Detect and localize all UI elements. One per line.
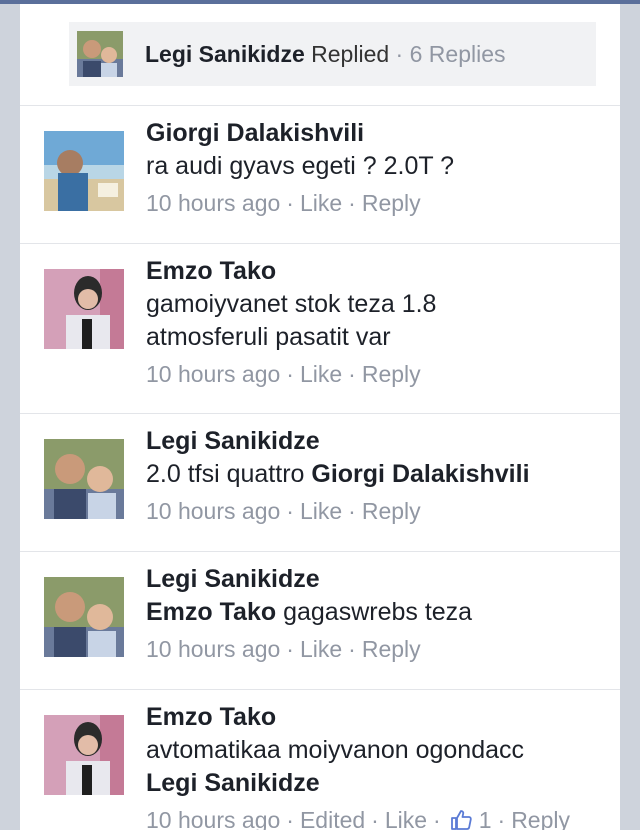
comment-text-mention: Legi Sanikidze <box>146 767 606 800</box>
meta-separator: · <box>286 498 294 524</box>
comment-meta: 10 hours ago · Like · Reply <box>146 494 606 528</box>
divider <box>20 413 620 414</box>
divider <box>20 551 620 552</box>
comment-meta: 10 hours ago · Edited · Like · 1 · Reply <box>146 803 606 830</box>
avatar-emzo-tako[interactable] <box>44 715 124 795</box>
reply-button[interactable]: Reply <box>362 494 421 528</box>
comment-text: Emzo Tako gagaswrebs teza <box>146 596 606 629</box>
comment-text-body: 2.0 tfsi quattro <box>146 460 305 488</box>
meta-separator: · <box>348 498 356 524</box>
comment-author[interactable]: Emzo Tako <box>146 255 606 288</box>
reply-button[interactable]: Reply <box>362 357 421 391</box>
comment-timestamp[interactable]: 10 hours ago <box>146 186 280 220</box>
avatar-legi-sanikidze[interactable] <box>44 439 124 519</box>
replies-summary-action: Replied <box>311 40 390 67</box>
comment-text: 2.0 tfsi quattro Giorgi Dalakishvili <box>146 458 606 491</box>
comment-text-body: gagaswrebs teza <box>283 598 473 626</box>
meta-separator: · <box>286 807 294 830</box>
like-button[interactable]: Like <box>300 632 342 666</box>
meta-separator: · <box>497 807 506 830</box>
comment-text: ra audi gyavs egeti ? 2.0T ? <box>146 152 455 180</box>
replies-count[interactable]: 6 Replies <box>410 41 506 67</box>
avatar-legi-sanikidze[interactable] <box>77 31 123 77</box>
divider <box>20 243 620 244</box>
comment-timestamp[interactable]: 10 hours ago <box>146 632 280 666</box>
avatar-legi-sanikidze[interactable] <box>44 577 124 657</box>
divider <box>20 105 620 106</box>
comment-text-line: gamoiyvanet stok teza 1.8 <box>146 290 437 318</box>
like-count[interactable]: 1 <box>479 803 492 830</box>
divider <box>20 689 620 690</box>
meta-separator: · <box>348 190 356 216</box>
thumbs-up-icon <box>449 808 473 830</box>
like-button[interactable]: Like <box>300 494 342 528</box>
reply-button[interactable]: Reply <box>362 632 421 666</box>
comment-text-body: avtomatikaa moiyvanon ogondacc <box>146 736 525 764</box>
comment-author[interactable]: Giorgi Dalakishvili <box>146 117 606 150</box>
mention-link[interactable]: Legi Sanikidze <box>146 769 320 797</box>
meta-separator: · <box>286 361 294 387</box>
replies-separator: · <box>395 40 404 67</box>
meta-separator: · <box>433 807 441 830</box>
like-button[interactable]: Like <box>385 803 427 830</box>
comment-author[interactable]: Emzo Tako <box>146 701 606 734</box>
meta-separator: · <box>348 361 356 387</box>
reply-button[interactable]: Reply <box>511 803 570 830</box>
reply-button[interactable]: Reply <box>362 186 421 220</box>
meta-separator: · <box>371 807 379 830</box>
mention-link[interactable]: Giorgi Dalakishvili <box>311 460 529 488</box>
avatar-giorgi-dalakishvili[interactable] <box>44 131 124 211</box>
comment-author[interactable]: Legi Sanikidze <box>146 425 606 458</box>
comment-meta: 10 hours ago · Like · Reply <box>146 632 606 666</box>
meta-separator: · <box>286 190 294 216</box>
comment-meta: 10 hours ago · Like · Reply <box>146 186 606 220</box>
comment-text-line: atmosferuli pasatit var <box>146 323 391 351</box>
avatar-emzo-tako[interactable] <box>44 269 124 349</box>
meta-separator: · <box>348 636 356 662</box>
like-button[interactable]: Like <box>300 186 342 220</box>
replies-summary-row[interactable]: Legi Sanikidze Replied · 6 Replies <box>69 22 596 86</box>
like-button[interactable]: Like <box>300 357 342 391</box>
mention-link[interactable]: Emzo Tako <box>146 598 276 626</box>
edited-label[interactable]: Edited <box>300 803 365 830</box>
replies-summary-text: Legi Sanikidze Replied · 6 Replies <box>145 41 506 68</box>
replies-summary-name[interactable]: Legi Sanikidze <box>145 41 305 67</box>
comment-timestamp[interactable]: 10 hours ago <box>146 494 280 528</box>
comment-timestamp[interactable]: 10 hours ago <box>146 357 280 391</box>
comments-card: Legi Sanikidze Replied · 6 Replies Giorg… <box>20 4 620 830</box>
comment-meta: 10 hours ago · Like · Reply <box>146 357 606 391</box>
meta-separator: · <box>286 636 294 662</box>
comment-timestamp[interactable]: 10 hours ago <box>146 803 280 830</box>
comment-author[interactable]: Legi Sanikidze <box>146 563 606 596</box>
